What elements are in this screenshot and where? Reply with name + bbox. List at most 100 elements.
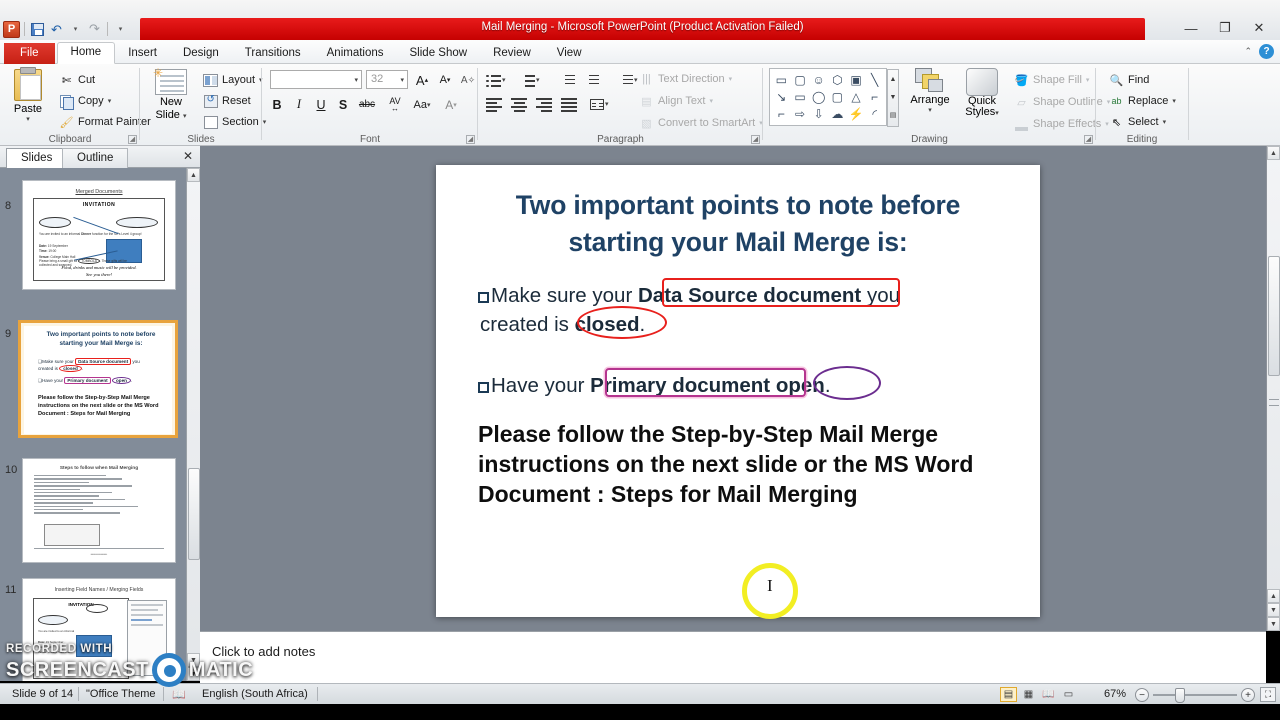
tab-insert[interactable]: Insert — [115, 44, 170, 64]
bullets-button[interactable]: ▾ — [486, 70, 506, 90]
copy-dropdown-icon[interactable]: ▾ — [108, 97, 112, 105]
tab-outline[interactable]: Outline — [62, 148, 129, 168]
restore-button[interactable]: ❐ — [1208, 18, 1242, 38]
shrink-font-button[interactable]: A ▾ — [435, 70, 455, 90]
shape-rectangle-icon[interactable]: ▭ — [772, 71, 791, 88]
customize-qat-icon[interactable]: ▾ — [112, 21, 129, 38]
shape-square-icon[interactable]: ▭ — [791, 88, 810, 105]
language-indicator[interactable]: English (South Africa) — [202, 688, 308, 700]
slide-show-button[interactable]: ▭ — [1060, 687, 1077, 702]
tab-design[interactable]: Design — [170, 44, 232, 64]
fit-slide-button[interactable]: ⛶ — [1260, 687, 1276, 702]
spellcheck-icon[interactable]: 📖 — [172, 688, 186, 701]
tab-animations[interactable]: Animations — [314, 44, 397, 64]
ribbon-help-area[interactable]: ⌃ ? — [1244, 44, 1274, 59]
shape-gallery-scrollbar[interactable]: ▲ ▼ ▤ — [887, 69, 899, 127]
replace-button[interactable]: ab Replace ▾ — [1106, 91, 1179, 111]
slide-closing-paragraph[interactable]: Please follow the Step-by-Step Mail Merg… — [478, 420, 1008, 510]
tab-transitions[interactable]: Transitions — [232, 44, 314, 64]
shape-oval-icon[interactable]: ◯ — [809, 88, 828, 105]
replace-dropdown-icon[interactable]: ▾ — [1172, 97, 1176, 105]
font-name-input[interactable]: ▾ — [270, 70, 362, 89]
shape-lightning-icon[interactable]: ⚡ — [847, 105, 866, 122]
align-center-button[interactable] — [511, 94, 527, 114]
arrange-button[interactable]: Arrange ▾ — [906, 68, 954, 114]
shape-polygon-icon[interactable]: ⬡ — [828, 71, 847, 88]
shape-cloud-icon[interactable]: ☁ — [828, 105, 847, 122]
close-panel-icon[interactable]: ✕ — [183, 149, 193, 163]
clipboard-dialog-launcher[interactable]: ◢ — [128, 135, 137, 144]
slide-title[interactable]: Two important points to note before star… — [470, 187, 1006, 260]
font-size-dropdown-icon[interactable]: ▾ — [400, 76, 404, 84]
shape-rounded-rect-icon[interactable]: ▢ — [828, 88, 847, 105]
help-icon[interactable]: ? — [1259, 44, 1274, 59]
zoom-in-button[interactable]: + — [1241, 688, 1255, 702]
undo-dropdown-icon[interactable]: ▾ — [67, 21, 84, 38]
grow-font-button[interactable]: A ▴ — [412, 70, 432, 90]
character-spacing-button[interactable]: AV ↔ — [382, 94, 408, 115]
shape-down-arrow-icon[interactable]: ⇩ — [809, 105, 828, 122]
window-controls[interactable]: — ❐ ✕ — [1174, 18, 1276, 38]
new-slide-dropdown-icon[interactable]: ▾ — [183, 113, 187, 120]
tab-slide-show[interactable]: Slide Show — [397, 44, 481, 64]
close-button[interactable]: ✕ — [1242, 18, 1276, 38]
slide-scroll-thumb[interactable] — [1268, 256, 1280, 376]
current-slide[interactable]: Two important points to note before star… — [436, 165, 1040, 619]
strikethrough-button[interactable]: abc — [356, 94, 378, 115]
font-name-dropdown-icon[interactable]: ▾ — [354, 76, 358, 84]
shape-connector-icon[interactable]: ⌐ — [772, 105, 791, 122]
text-shadow-button[interactable]: S — [334, 94, 352, 115]
panel-scroll-thumb[interactable] — [188, 468, 200, 560]
decrease-indent-button[interactable] — [562, 70, 577, 90]
justify-button[interactable] — [561, 94, 577, 114]
next-slide-icon[interactable]: ▼ — [1267, 603, 1280, 617]
increase-indent-button[interactable] — [586, 70, 601, 90]
gallery-scroll-up-icon[interactable]: ▲ — [888, 70, 898, 88]
shape-smiley-icon[interactable]: ☺ — [809, 71, 828, 88]
numbering-button[interactable]: ▾ — [520, 70, 540, 90]
redo-icon[interactable]: ↷ — [86, 21, 103, 38]
arrange-dropdown-icon[interactable]: ▾ — [906, 106, 954, 114]
layout-button[interactable]: Layout ▾ — [200, 70, 266, 90]
italic-button[interactable]: I — [290, 94, 308, 115]
shape-arrow-line-icon[interactable]: ↘ — [772, 88, 791, 105]
list-item-selected[interactable]: Two important points to note before star… — [18, 320, 178, 438]
normal-view-button[interactable]: ▤ — [1000, 687, 1017, 702]
theme-name[interactable]: "Office Theme — [86, 688, 156, 700]
reset-button[interactable]: Reset — [200, 91, 254, 111]
convert-to-smartart-button[interactable]: ▧ Convert to SmartArt ▾ — [636, 113, 766, 133]
tab-file[interactable]: File — [4, 43, 55, 64]
clear-formatting-button[interactable]: A ✧ — [458, 70, 478, 90]
font-size-input[interactable]: 32 ▾ — [366, 70, 408, 89]
drawing-dialog-launcher[interactable]: ◢ — [1084, 135, 1093, 144]
list-item[interactable]: Merged Documents INVITATION You are invi… — [22, 180, 176, 290]
panel-scroll-up-icon[interactable]: ▲ — [187, 168, 200, 182]
find-button[interactable]: 🔍 Find — [1106, 70, 1152, 90]
slide-counter[interactable]: Slide 9 of 14 — [12, 688, 73, 700]
ribbon-tab-strip[interactable]: File Home Insert Design Transitions Animation… — [0, 40, 1280, 64]
shape-arc-icon[interactable]: ◜ — [865, 105, 884, 122]
notes-pane[interactable]: Click to add notes — [200, 631, 1266, 683]
align-text-button[interactable]: ▤ Align Text ▾ — [636, 91, 716, 111]
undo-icon[interactable]: ↶ — [48, 21, 65, 38]
cut-button[interactable]: ✄ Cut — [56, 70, 98, 90]
gallery-scroll-down-icon[interactable]: ▼ — [888, 88, 898, 106]
zoom-level[interactable]: 67% — [1104, 688, 1126, 700]
section-button[interactable]: Section ▾ — [200, 112, 269, 132]
zoom-slider-handle[interactable] — [1175, 688, 1185, 703]
previous-slide-icon[interactable]: ▲ — [1267, 589, 1280, 603]
zoom-out-button[interactable]: − — [1135, 688, 1149, 702]
copy-button[interactable]: Copy ▾ — [56, 91, 114, 111]
shape-right-arrow-icon[interactable]: ⇨ — [791, 105, 810, 122]
zoom-slider-track[interactable] — [1153, 694, 1237, 696]
slide-sorter-button[interactable]: ▦ — [1020, 687, 1037, 702]
tab-home[interactable]: Home — [56, 42, 116, 64]
align-left-button[interactable] — [486, 94, 502, 114]
paste-button[interactable]: Paste ▾ — [6, 67, 50, 123]
select-dropdown-icon[interactable]: ▾ — [1163, 118, 1167, 126]
change-case-button[interactable]: Aa ▾ — [410, 94, 434, 115]
shape-line-icon[interactable]: ╲ — [865, 71, 884, 88]
shape-fill-button[interactable]: 🪣 Shape Fill ▾ — [1011, 70, 1092, 90]
bold-button[interactable]: B — [268, 94, 286, 115]
paste-dropdown-icon[interactable]: ▾ — [6, 115, 50, 123]
